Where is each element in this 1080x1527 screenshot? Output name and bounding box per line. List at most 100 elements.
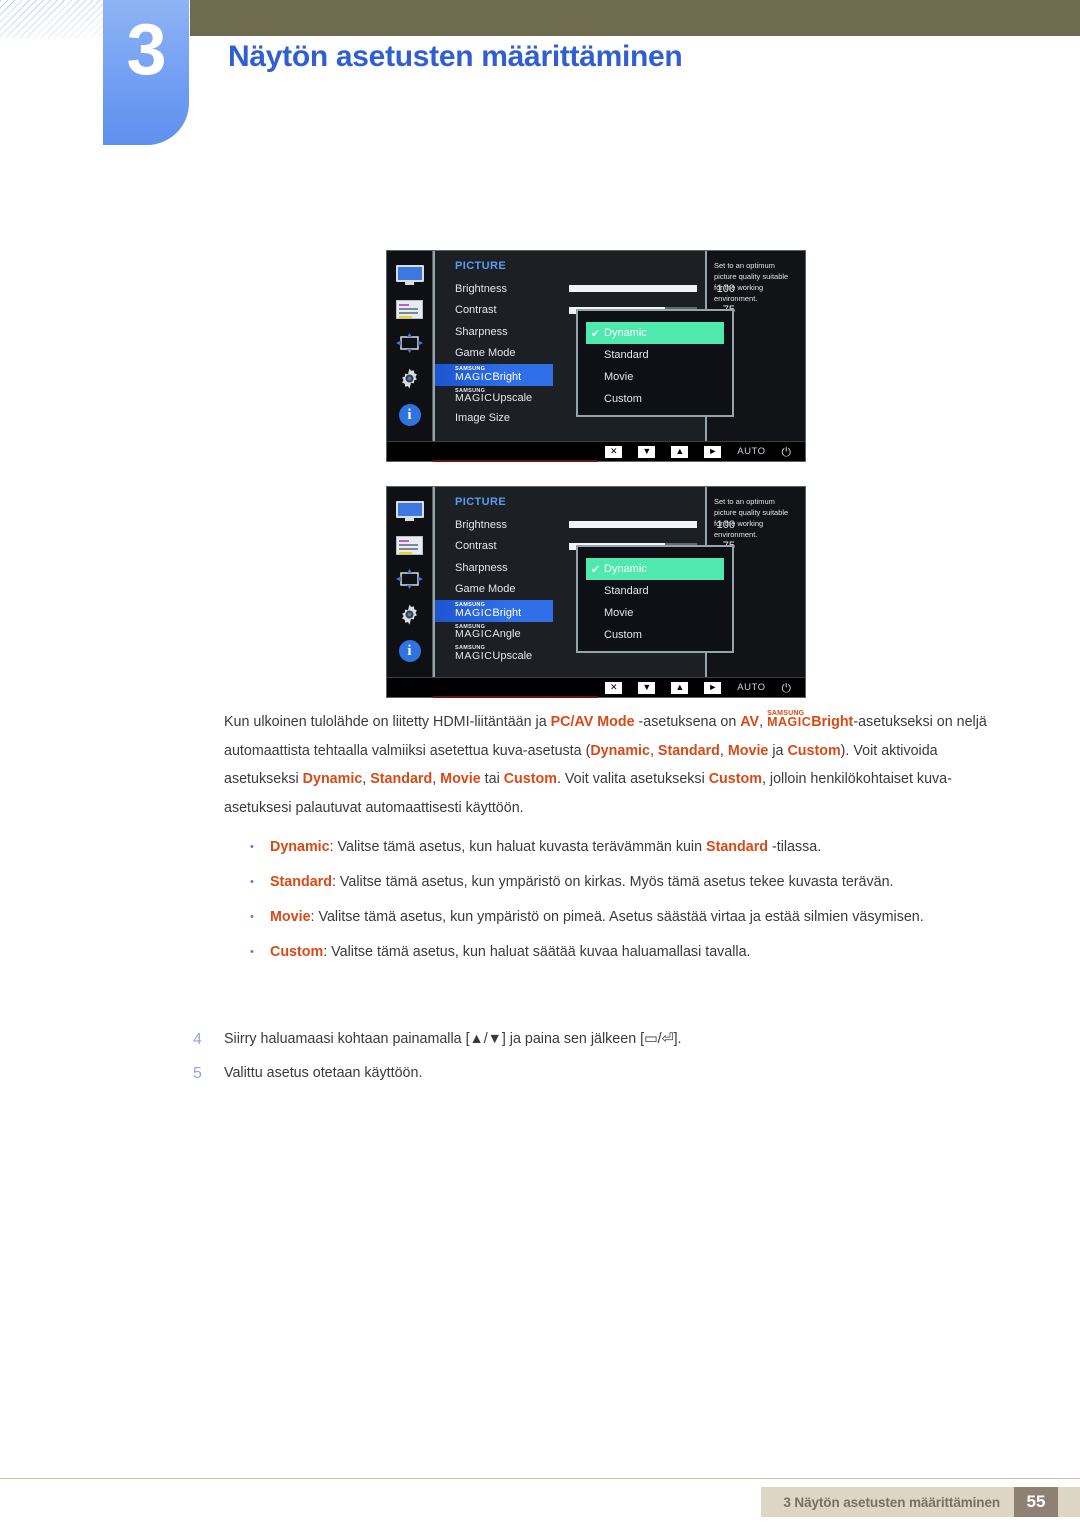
magic-suffix: Upscale — [492, 392, 533, 404]
magic-suffix: Angle — [492, 628, 521, 640]
samsung-magic-logo: SAMSUNG MAGIC — [455, 602, 493, 619]
page-number: 55 — [1014, 1487, 1058, 1517]
osd-label: Game Mode — [455, 347, 516, 360]
osd-figure-2: i PICTURE Brightness 100 Contrast 75 Sha… — [386, 486, 806, 698]
text-run: -asetuksena on — [634, 714, 741, 730]
samsung-magic-logo: SAMSUNG MAGIC — [455, 645, 493, 662]
osd-label: Contrast — [455, 304, 497, 317]
option-label: Standard — [604, 349, 649, 361]
list-item: Standard: Valitse tämä asetus, kun ympär… — [232, 868, 1022, 897]
samsung-magic-logo: SAMSUNG MAGIC — [455, 387, 493, 404]
dropdown-option-standard[interactable]: Standard — [578, 580, 732, 602]
osd-row-brightness[interactable]: Brightness 100 — [435, 514, 735, 536]
term-dynamic: Dynamic — [590, 742, 650, 759]
dropdown-option-standard[interactable]: Standard — [578, 344, 732, 366]
arrow-up-icon[interactable]: ▲ — [671, 445, 689, 458]
osd-row-magicbright[interactable]: SAMSUNG MAGIC Bright — [435, 364, 553, 386]
info-icon[interactable]: i — [398, 640, 421, 662]
gear-icon[interactable] — [398, 367, 421, 390]
osd-row-brightness[interactable]: Brightness 100 — [435, 278, 735, 300]
option-label: Standard — [604, 585, 649, 597]
osd-menu-panel: PICTURE Brightness 100 Contrast 75 Sharp… — [433, 251, 735, 441]
text-run: . Voit valita asetukseksi — [556, 771, 709, 787]
osd-label: Sharpness — [455, 325, 508, 338]
arrow-up-icon[interactable]: ▲ — [671, 681, 689, 694]
term-movie: Movie — [440, 771, 481, 787]
page-footer: 3 Näytön asetusten määrittäminen 55 — [761, 1487, 1080, 1517]
text-run: , — [719, 742, 728, 759]
arrow-right-icon[interactable]: ► — [704, 681, 722, 694]
samsung-magic-logo: SAMSUNG MAGIC — [455, 366, 493, 383]
text-run: , — [649, 742, 658, 759]
dropdown-option-movie[interactable]: Movie — [578, 602, 732, 624]
dropdown-option-dynamic[interactable]: ✔ Dynamic — [586, 322, 724, 344]
osd-label: SAMSUNG MAGIC Bright — [455, 366, 563, 383]
term-pc-av-mode: PC/AV Mode — [550, 714, 635, 730]
text-run: tai — [480, 771, 504, 787]
osd-label: Brightness — [455, 518, 507, 531]
term-custom: Custom — [708, 771, 762, 787]
option-label: Movie — [604, 607, 634, 619]
bullet-term: Dynamic — [270, 839, 330, 855]
text-run: Kun ulkoinen tulolähde on liitetty HDMI-… — [224, 714, 551, 730]
info-icon[interactable]: i — [398, 404, 421, 426]
osd-figure-1: i PICTURE Brightness 100 Contrast 75 Sha… — [386, 250, 806, 462]
close-icon[interactable]: ✕ — [605, 681, 623, 694]
move-arrows-icon[interactable] — [396, 333, 423, 353]
osd-list-icon[interactable] — [396, 300, 423, 319]
dropdown-option-movie[interactable]: Movie — [578, 366, 732, 388]
osd-sidebar: i — [387, 487, 433, 677]
bullet-highlight: Standard — [706, 839, 768, 855]
bullet-list: Dynamic: Valitse tämä asetus, kun haluat… — [232, 833, 1022, 973]
bullet-text-tail: -tilassa. — [768, 839, 822, 855]
power-icon[interactable]: ⏻ — [782, 446, 792, 458]
bullet-text: : Valitse tämä asetus, kun haluat kuvast… — [329, 839, 707, 855]
gear-icon[interactable] — [398, 603, 421, 626]
dropdown-option-custom[interactable]: Custom — [578, 624, 732, 646]
osd-body: i PICTURE Brightness 100 Contrast 75 Sha… — [387, 251, 805, 441]
term-standard: Standard — [657, 742, 720, 759]
numbered-steps: 4 Siirry haluamaasi kohtaan painamalla [… — [193, 1026, 993, 1094]
list-item: Custom: Valitse tämä asetus, kun haluat … — [232, 938, 1022, 967]
osd-label: Game Mode — [455, 583, 516, 596]
auto-button[interactable]: AUTO — [737, 446, 765, 458]
osd-list-icon[interactable] — [396, 536, 423, 555]
monitor-icon[interactable] — [395, 501, 424, 522]
osd-menu-title: PICTURE — [455, 496, 507, 508]
brightness-value: 100 — [716, 282, 735, 295]
check-icon: ✔ — [591, 563, 601, 576]
arrow-down-icon[interactable]: ▼ — [638, 445, 656, 458]
arrow-right-icon[interactable]: ► — [704, 445, 722, 458]
osd-label: Contrast — [455, 540, 497, 553]
samsung-magic-logo: SAMSUNG MAGIC — [455, 623, 493, 640]
footer-divider — [0, 1478, 1080, 1479]
brightness-slider[interactable] — [569, 521, 697, 529]
auto-button[interactable]: AUTO — [737, 682, 765, 694]
page-title: Näytön asetusten määrittäminen — [228, 40, 683, 73]
bullet-term: Custom — [270, 944, 324, 960]
step-item: 4 Siirry haluamaasi kohtaan painamalla [… — [193, 1026, 993, 1053]
option-label: Custom — [604, 629, 642, 641]
dropdown-option-dynamic[interactable]: ✔ Dynamic — [586, 558, 724, 580]
term-custom: Custom — [503, 771, 557, 787]
close-icon[interactable]: ✕ — [605, 445, 623, 458]
term-custom: Custom — [787, 742, 841, 759]
option-label: Dynamic — [604, 563, 647, 575]
osd-control-bar: ✕ ▼ ▲ ► AUTO ⏻ — [387, 441, 805, 462]
check-icon: ✔ — [591, 327, 601, 340]
osd-label: Brightness — [455, 282, 507, 295]
magic-suffix: Bright — [811, 714, 854, 730]
brightness-slider[interactable] — [569, 285, 697, 293]
magicbright-dropdown: ✔ Dynamic Standard Movie Custom — [576, 545, 734, 653]
move-arrows-icon[interactable] — [396, 569, 423, 589]
power-icon[interactable]: ⏻ — [782, 682, 792, 694]
osd-row-magicbright[interactable]: SAMSUNG MAGIC Bright — [435, 600, 553, 622]
chapter-number: 3 — [126, 10, 166, 90]
arrow-down-icon[interactable]: ▼ — [638, 681, 656, 694]
monitor-icon[interactable] — [395, 265, 424, 286]
term-av: AV — [740, 714, 760, 730]
dropdown-option-custom[interactable]: Custom — [578, 388, 732, 410]
step-number: 4 — [193, 1031, 202, 1048]
osd-body: i PICTURE Brightness 100 Contrast 75 Sha… — [387, 487, 805, 677]
osd-label: SAMSUNG MAGIC Bright — [455, 602, 563, 619]
